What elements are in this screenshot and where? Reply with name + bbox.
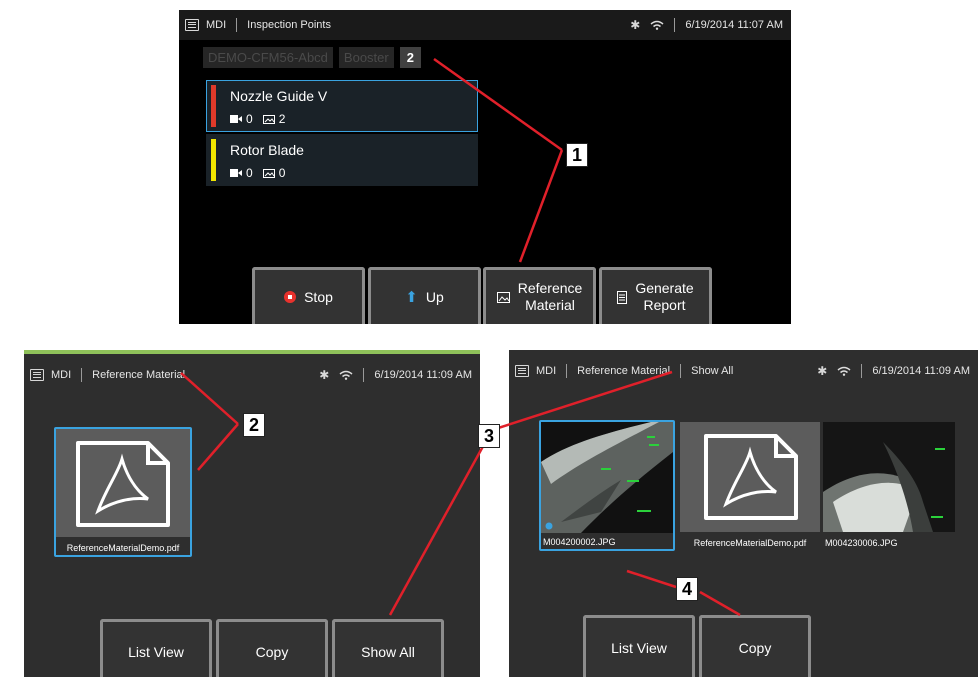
callout-1: 1 bbox=[566, 143, 588, 167]
callout-line-3b bbox=[388, 429, 494, 616]
callout-3: 3 bbox=[478, 424, 500, 448]
callout-line-2a bbox=[180, 372, 239, 425]
callout-line-2b bbox=[197, 423, 239, 471]
callout-lines bbox=[180, 57, 741, 617]
callout-line-3a bbox=[491, 370, 673, 432]
callout-line-1b bbox=[518, 149, 564, 263]
annotation-layer: 1 2 3 4 bbox=[0, 0, 978, 677]
callout-4: 4 bbox=[676, 577, 698, 601]
callout-line-4a bbox=[626, 569, 677, 589]
callout-line-1a bbox=[433, 57, 563, 152]
callout-2: 2 bbox=[243, 413, 265, 437]
callout-line-4b bbox=[699, 590, 741, 617]
